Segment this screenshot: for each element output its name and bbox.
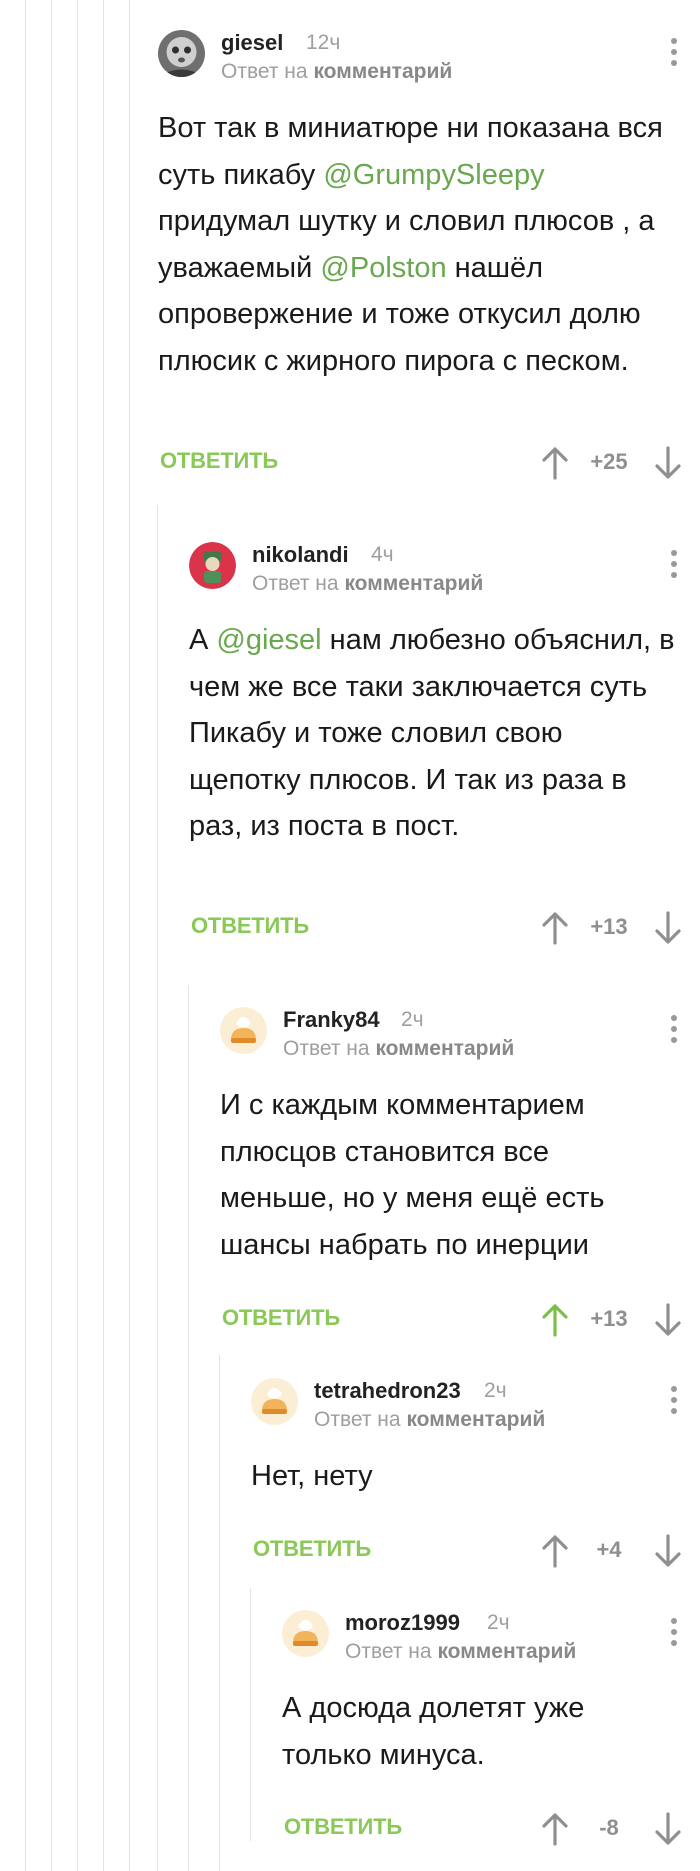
comment-time: 2ч — [484, 1379, 507, 1402]
thread-line[interactable] — [129, 0, 130, 1871]
reply-button[interactable]: ОТВЕТИТЬ — [222, 1305, 340, 1331]
reply-target-label[interactable]: комментарий — [375, 1037, 514, 1060]
reply-on-label: Ответ на — [252, 572, 339, 595]
user-mention-link[interactable]: @GrumpySleepy — [323, 159, 544, 191]
reply-to-link[interactable]: Ответ на комментарий — [283, 1037, 514, 1061]
reply-to-link[interactable]: Ответ на комментарий — [314, 1408, 545, 1432]
comment-text: Вот так в миниатюре ни показана вся суть… — [158, 105, 678, 384]
reply-on-label: Ответ на — [314, 1408, 401, 1431]
more-options-icon[interactable] — [670, 38, 678, 71]
reply-to-link[interactable]: Ответ на комментарий — [345, 1640, 576, 1664]
thread-line[interactable] — [51, 0, 52, 1871]
comment-text: И с каждым комментарием плюсцов становит… — [220, 1082, 660, 1268]
reply-button[interactable]: ОТВЕТИТЬ — [160, 448, 278, 474]
author-name[interactable]: tetrahedron23 — [314, 1378, 461, 1404]
more-options-icon[interactable] — [670, 1015, 678, 1048]
thread-line[interactable] — [250, 1588, 251, 1841]
more-options-icon[interactable] — [670, 550, 678, 583]
character-avatar[interactable] — [189, 542, 236, 589]
default-pie-avatar[interactable] — [220, 1007, 267, 1054]
downvote-arrow-icon[interactable] — [654, 1812, 682, 1846]
reply-button[interactable]: ОТВЕТИТЬ — [191, 913, 309, 939]
rating-score: +13 — [590, 1306, 628, 1331]
reply-target-label[interactable]: комментарий — [437, 1640, 576, 1663]
upvote-arrow-icon[interactable] — [541, 446, 569, 480]
thread-line[interactable] — [188, 985, 189, 1871]
thread-line[interactable] — [103, 0, 104, 1871]
downvote-arrow-icon[interactable] — [654, 1534, 682, 1568]
reply-button[interactable]: ОТВЕТИТЬ — [253, 1536, 371, 1562]
author-name[interactable]: giesel — [221, 30, 283, 56]
more-options-icon[interactable] — [670, 1618, 678, 1651]
upvote-arrow-icon[interactable] — [541, 911, 569, 945]
upvote-arrow-icon-active[interactable] — [541, 1303, 569, 1337]
face-photo-avatar[interactable] — [158, 30, 205, 77]
comment-text-part: Нет, нету — [251, 1460, 373, 1492]
comment-text: Нет, нету — [251, 1453, 651, 1500]
downvote-arrow-icon[interactable] — [654, 1303, 682, 1337]
rating-score: +4 — [596, 1537, 622, 1562]
thread-line[interactable] — [77, 0, 78, 1871]
comment-time: 2ч — [487, 1611, 510, 1634]
upvote-arrow-icon[interactable] — [541, 1812, 569, 1846]
default-pie-avatar[interactable] — [251, 1378, 298, 1425]
reply-to-link[interactable]: Ответ на комментарий — [221, 60, 452, 84]
comment-text: А досюда долетят уже только минуса. — [282, 1685, 642, 1778]
rating-score: +13 — [590, 914, 628, 939]
comment-time: 2ч — [401, 1008, 424, 1031]
comment-giesel: giesel 12ч Ответ на комментарий Вот так … — [158, 0, 700, 510]
comment-moroz1999: moroz1999 2ч Ответ на комментарий А досю… — [282, 1580, 700, 1860]
thread-line[interactable] — [25, 0, 26, 1871]
comment-franky84: Franky84 2ч Ответ на комментарий И с каж… — [220, 977, 700, 1347]
reply-target-label[interactable]: комментарий — [344, 572, 483, 595]
upvote-arrow-icon[interactable] — [541, 1534, 569, 1568]
author-name[interactable]: moroz1999 — [345, 1610, 460, 1636]
comment-tetrahedron23: tetrahedron23 2ч Ответ на комментарий Не… — [251, 1348, 700, 1578]
default-pie-avatar[interactable] — [282, 1610, 329, 1657]
thread-line[interactable] — [157, 505, 158, 1871]
author-name[interactable]: nikolandi — [252, 542, 349, 568]
reply-on-label: Ответ на — [221, 60, 308, 83]
author-name[interactable]: Franky84 — [283, 1007, 380, 1033]
downvote-arrow-icon[interactable] — [654, 911, 682, 945]
rating-score: -8 — [599, 1815, 619, 1840]
comment-text-part: А — [189, 624, 217, 656]
reply-on-label: Ответ на — [283, 1037, 370, 1060]
reply-to-link[interactable]: Ответ на комментарий — [252, 572, 483, 596]
reply-button[interactable]: ОТВЕТИТЬ — [284, 1814, 402, 1840]
reply-on-label: Ответ на — [345, 1640, 432, 1663]
rating-score: +25 — [590, 449, 628, 474]
comment-text-part: И с каждым комментарием плюсцов становит… — [220, 1089, 605, 1261]
more-options-icon[interactable] — [670, 1386, 678, 1419]
reply-target-label[interactable]: комментарий — [406, 1408, 545, 1431]
thread-line[interactable] — [219, 1355, 220, 1871]
downvote-arrow-icon[interactable] — [654, 446, 682, 480]
reply-target-label[interactable]: комментарий — [313, 60, 452, 83]
user-mention-link[interactable]: @giesel — [216, 624, 321, 656]
comment-nikolandi: nikolandi 4ч Ответ на комментарий А @gie… — [189, 512, 700, 982]
comment-text-part: нам любезно объяснил, в чем же все таки … — [189, 624, 675, 842]
comment-text-part: А досюда долетят уже только минуса. — [282, 1692, 585, 1771]
comment-time: 12ч — [306, 31, 341, 54]
user-mention-link[interactable]: @Polston — [320, 252, 446, 284]
comment-time: 4ч — [371, 543, 394, 566]
comment-text: А @giesel нам любезно объяснил, в чем же… — [189, 617, 679, 850]
